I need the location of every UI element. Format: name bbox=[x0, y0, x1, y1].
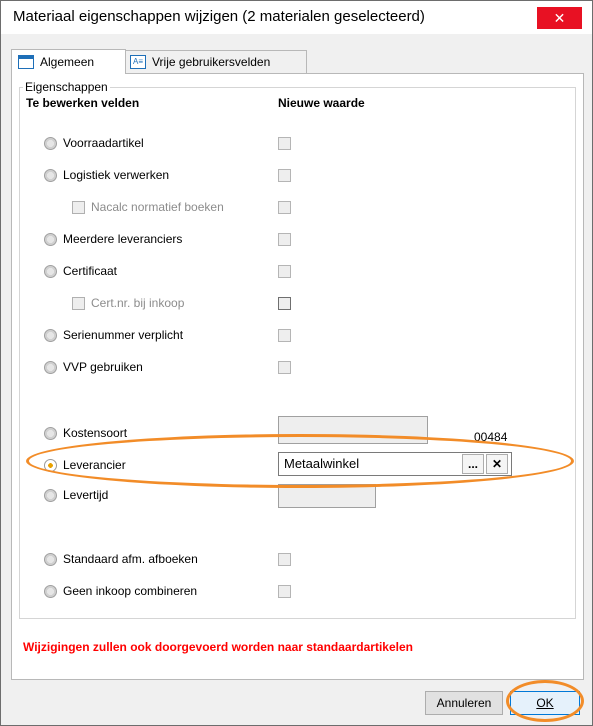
ok-button[interactable]: OK bbox=[510, 691, 580, 715]
ok-label: OK bbox=[536, 696, 554, 710]
row-kostensoort[interactable]: Kostensoort bbox=[44, 426, 127, 440]
row-label: Serienummer verplicht bbox=[63, 328, 184, 342]
row-standaard[interactable]: Standaard afm. afboeken bbox=[44, 552, 198, 566]
row-serienummer[interactable]: Serienummer verplicht bbox=[44, 328, 183, 342]
voorraadartikel-value-checkbox[interactable] bbox=[278, 137, 291, 150]
row-label: Levertijd bbox=[63, 488, 109, 502]
form-icon bbox=[18, 55, 34, 69]
radio-button[interactable] bbox=[44, 488, 57, 502]
browse-button[interactable]: ... bbox=[462, 454, 484, 474]
title-bar: Materiaal eigenschappen wijzigen (2 mate… bbox=[1, 1, 592, 34]
row-certificaat[interactable]: Certificaat bbox=[44, 264, 117, 278]
dialog-title: Materiaal eigenschappen wijzigen (2 mate… bbox=[13, 8, 425, 25]
radio-button[interactable] bbox=[44, 552, 57, 566]
row-meerdere[interactable]: Meerdere leveranciers bbox=[44, 232, 182, 246]
radio-button[interactable] bbox=[44, 168, 57, 182]
ellipsis-icon: ... bbox=[467, 457, 478, 471]
row-label: Meerdere leveranciers bbox=[63, 232, 183, 246]
row-label: Cert.nr. bij inkoop bbox=[91, 296, 185, 310]
dialog-window: Materiaal eigenschappen wijzigen (2 mate… bbox=[0, 0, 593, 726]
radio-button[interactable] bbox=[44, 232, 57, 246]
checkbox[interactable] bbox=[72, 296, 85, 310]
checkbox[interactable] bbox=[72, 200, 85, 214]
tab-vrije-gebruikersvelden[interactable]: A≡ Vrije gebruikersvelden bbox=[123, 50, 307, 73]
radio-button[interactable] bbox=[44, 426, 57, 440]
close-icon: ✕ bbox=[553, 9, 566, 26]
column-header-fields: Te bewerken velden bbox=[26, 96, 140, 110]
radio-button[interactable] bbox=[44, 136, 57, 150]
radio-button[interactable] bbox=[44, 360, 57, 374]
tab-label: Algemeen bbox=[40, 55, 95, 69]
group-legend: Eigenschappen bbox=[23, 80, 110, 94]
row-logistiek[interactable]: Logistiek verwerken bbox=[44, 168, 169, 182]
row-nacalc[interactable]: Nacalc normatief boeken bbox=[72, 200, 224, 214]
levertijd-field[interactable] bbox=[278, 484, 376, 508]
row-label: Leverancier bbox=[63, 458, 126, 472]
serienummer-value-checkbox[interactable] bbox=[278, 329, 291, 342]
tab-algemeen[interactable]: Algemeen bbox=[11, 49, 126, 74]
radio-button[interactable] bbox=[44, 264, 57, 278]
vvp-value-checkbox[interactable] bbox=[278, 361, 291, 374]
properties-group: Eigenschappen Te bewerken velden Nieuwe … bbox=[19, 80, 576, 619]
row-geen-inkoop[interactable]: Geen inkoop combineren bbox=[44, 584, 197, 598]
close-button[interactable]: ✕ bbox=[537, 7, 582, 29]
cancel-button[interactable]: Annuleren bbox=[425, 691, 503, 715]
warning-message: Wijzigingen zullen ook doorgevoerd worde… bbox=[23, 640, 413, 654]
clear-icon: ✕ bbox=[491, 457, 503, 471]
clear-button[interactable]: ✕ bbox=[486, 454, 508, 474]
row-vvp[interactable]: VVP gebruiken bbox=[44, 360, 143, 374]
ab-field-icon: A≡ bbox=[130, 55, 146, 69]
leverancier-field[interactable]: Metaalwinkel ... ✕ bbox=[278, 452, 512, 476]
certificaat-value-checkbox[interactable] bbox=[278, 265, 291, 278]
radio-button-selected[interactable] bbox=[44, 458, 57, 472]
meerdere-value-checkbox[interactable] bbox=[278, 233, 291, 246]
column-header-value: Nieuwe waarde bbox=[278, 96, 365, 110]
row-label: Voorraadartikel bbox=[63, 136, 144, 150]
row-label: Geen inkoop combineren bbox=[63, 584, 198, 598]
radio-button[interactable] bbox=[44, 584, 57, 598]
nacalc-value-checkbox[interactable] bbox=[278, 201, 291, 214]
leverancier-value: Metaalwinkel bbox=[284, 456, 360, 471]
row-voorraadartikel[interactable]: Voorraadartikel bbox=[44, 136, 144, 150]
leverancier-code: 00484 bbox=[474, 430, 508, 444]
row-levertijd[interactable]: Levertijd bbox=[44, 488, 108, 502]
geen-inkoop-value-checkbox[interactable] bbox=[278, 585, 291, 598]
certnr-value-checkbox[interactable] bbox=[278, 297, 291, 310]
tab-panel: Eigenschappen Te bewerken velden Nieuwe … bbox=[11, 73, 584, 680]
standaard-value-checkbox[interactable] bbox=[278, 553, 291, 566]
row-label: Standaard afm. afboeken bbox=[63, 552, 198, 566]
row-label: Logistiek verwerken bbox=[63, 168, 170, 182]
row-certnr[interactable]: Cert.nr. bij inkoop bbox=[72, 296, 184, 310]
row-label: Kostensoort bbox=[63, 426, 128, 440]
row-label: VVP gebruiken bbox=[63, 360, 143, 374]
kostensoort-field[interactable] bbox=[278, 416, 428, 444]
tab-label: Vrije gebruikersvelden bbox=[152, 55, 271, 69]
cancel-label: Annuleren bbox=[436, 696, 492, 710]
row-label: Nacalc normatief boeken bbox=[91, 200, 224, 214]
row-leverancier[interactable]: Leverancier bbox=[44, 458, 126, 472]
radio-button[interactable] bbox=[44, 328, 57, 342]
row-label: Certificaat bbox=[63, 264, 118, 278]
logistiek-value-checkbox[interactable] bbox=[278, 169, 291, 182]
